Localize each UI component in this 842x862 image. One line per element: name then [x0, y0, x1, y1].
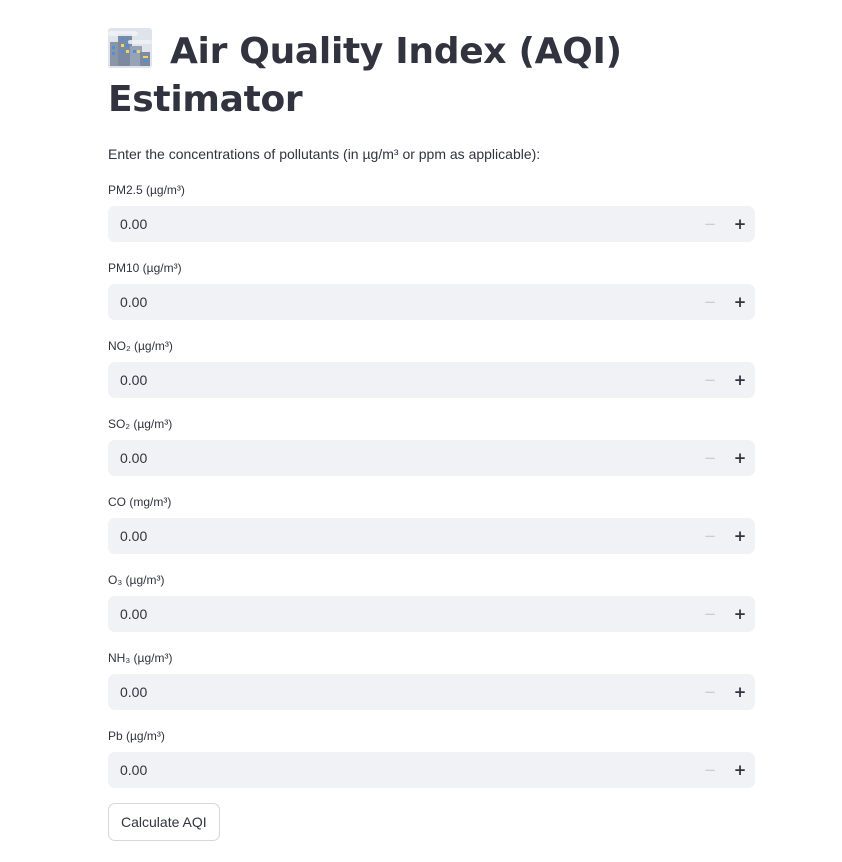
field-label: PM10 (µg/m³) — [108, 261, 182, 275]
increment-button[interactable]: + — [725, 206, 755, 242]
pollutant-fields: PM2.5 (µg/m³)−+PM10 (µg/m³)−+NO₂ (µg/m³)… — [108, 182, 755, 788]
decrement-button[interactable]: − — [695, 284, 725, 320]
field-label: NH₃ (µg/m³) — [108, 651, 173, 665]
increment-button[interactable]: + — [725, 362, 755, 398]
increment-button[interactable]: + — [725, 440, 755, 476]
number-input[interactable] — [108, 206, 695, 242]
pollutant-field: O₃ (µg/m³) −+ — [108, 572, 755, 632]
page-title: Air Quality Index (AQI) Estimator — [108, 0, 755, 124]
increment-button[interactable]: + — [725, 752, 755, 788]
field-label: NO₂ (µg/m³) — [108, 339, 173, 353]
number-input[interactable] — [108, 674, 695, 710]
number-input[interactable] — [108, 362, 695, 398]
page-title-text: Air Quality Index (AQI) Estimator — [108, 31, 622, 120]
field-label: Pb (µg/m³) — [108, 729, 165, 743]
pollutant-field: NH₃ (µg/m³) −+ — [108, 650, 755, 710]
field-label: SO₂ (µg/m³) — [108, 417, 173, 431]
pollutant-field: SO₂ (µg/m³) −+ — [108, 416, 755, 476]
decrement-button[interactable]: − — [695, 206, 725, 242]
number-input[interactable] — [108, 596, 695, 632]
pollutant-field: PM2.5 (µg/m³) −+ — [108, 182, 755, 242]
pollutant-field: CO (mg/m³) −+ — [108, 494, 755, 554]
increment-button[interactable]: + — [725, 518, 755, 554]
increment-button[interactable]: + — [725, 596, 755, 632]
pollutant-field: PM10 (µg/m³) −+ — [108, 260, 755, 320]
number-input-box: −+ — [108, 440, 755, 476]
pollutant-field: Pb (µg/m³) −+ — [108, 728, 755, 788]
intro-text: Enter the concentrations of pollutants (… — [108, 146, 541, 162]
field-label: CO (mg/m³) — [108, 495, 172, 509]
field-label: PM2.5 (µg/m³) — [108, 183, 185, 197]
cityscape-fog-icon — [108, 28, 152, 68]
number-input-box: −+ — [108, 596, 755, 632]
number-input-box: −+ — [108, 362, 755, 398]
pollutant-field: NO₂ (µg/m³) −+ — [108, 338, 755, 398]
number-input[interactable] — [108, 284, 695, 320]
number-input[interactable] — [108, 440, 695, 476]
decrement-button[interactable]: − — [695, 362, 725, 398]
number-input-box: −+ — [108, 518, 755, 554]
decrement-button[interactable]: − — [695, 752, 725, 788]
decrement-button[interactable]: − — [695, 518, 725, 554]
number-input-box: −+ — [108, 674, 755, 710]
number-input-box: −+ — [108, 752, 755, 788]
number-input[interactable] — [108, 518, 695, 554]
field-label: O₃ (µg/m³) — [108, 573, 165, 587]
number-input-box: −+ — [108, 206, 755, 242]
decrement-button[interactable]: − — [695, 596, 725, 632]
main-content: Air Quality Index (AQI) Estimator Enter … — [108, 0, 755, 841]
decrement-button[interactable]: − — [695, 674, 725, 710]
calculate-aqi-button[interactable]: Calculate AQI — [108, 803, 220, 841]
increment-button[interactable]: + — [725, 674, 755, 710]
increment-button[interactable]: + — [725, 284, 755, 320]
number-input-box: −+ — [108, 284, 755, 320]
number-input[interactable] — [108, 752, 695, 788]
decrement-button[interactable]: − — [695, 440, 725, 476]
